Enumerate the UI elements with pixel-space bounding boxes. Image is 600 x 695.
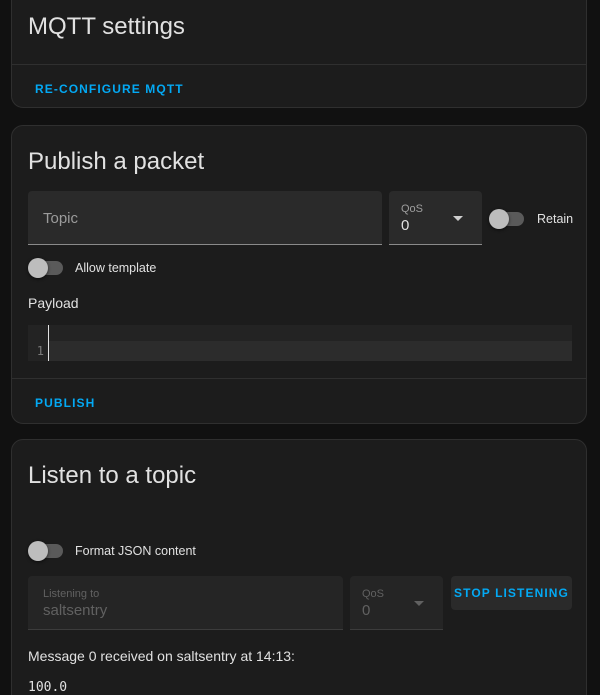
listen-qos-select: QoS 0 xyxy=(350,576,443,630)
chevron-down-icon xyxy=(453,216,463,221)
mqtt-settings-title: MQTT settings xyxy=(28,13,185,40)
allow-template-toggle-thumb xyxy=(28,258,48,278)
retain-toggle[interactable] xyxy=(489,209,525,229)
publish-title: Publish a packet xyxy=(28,148,205,175)
reconfigure-mqtt-button[interactable]: RE-CONFIGURE MQTT xyxy=(35,82,184,96)
format-json-toggle-thumb xyxy=(28,541,48,561)
payload-editor[interactable]: 1 xyxy=(28,325,572,361)
payload-label: Payload xyxy=(28,295,79,311)
format-json-toggle[interactable] xyxy=(28,541,64,561)
listening-to-label: Listening to xyxy=(43,588,100,600)
listen-qos-label: QoS xyxy=(362,588,385,600)
editor-active-line xyxy=(48,341,572,361)
editor-cursor xyxy=(48,325,49,361)
allow-template-label: Allow template xyxy=(75,261,157,275)
listening-to-value: saltsentry xyxy=(43,602,108,619)
allow-template-toggle[interactable] xyxy=(28,258,64,278)
listen-card: Listen to a topic Format JSON content Li… xyxy=(11,439,587,695)
listen-qos-value: 0 xyxy=(362,602,371,619)
message-payload: 100.0 xyxy=(28,680,68,695)
chevron-down-icon xyxy=(414,601,424,606)
publish-card: Publish a packet Topic QoS 0 Retain Allo… xyxy=(11,125,587,424)
topic-placeholder: Topic xyxy=(43,210,79,227)
publish-divider xyxy=(12,378,586,379)
mqtt-settings-card: MQTT settings RE-CONFIGURE MQTT xyxy=(11,0,587,108)
retain-label: Retain xyxy=(537,212,574,226)
stop-listening-button[interactable]: STOP LISTENING xyxy=(451,576,572,610)
retain-toggle-thumb xyxy=(489,209,509,229)
publish-qos-select[interactable]: QoS 0 xyxy=(389,191,482,245)
message-header: Message 0 received on saltsentry at 14:1… xyxy=(28,648,295,664)
format-json-label: Format JSON content xyxy=(75,544,196,558)
editor-line-number: 1 xyxy=(36,344,44,358)
publish-qos-label: QoS xyxy=(401,203,424,215)
publish-qos-value: 0 xyxy=(401,217,410,234)
topic-input[interactable]: Topic xyxy=(28,191,382,245)
listen-title: Listen to a topic xyxy=(28,462,197,489)
listening-to-input: Listening to saltsentry xyxy=(28,576,343,630)
mqtt-settings-divider xyxy=(12,64,586,65)
publish-button[interactable]: PUBLISH xyxy=(35,396,95,410)
